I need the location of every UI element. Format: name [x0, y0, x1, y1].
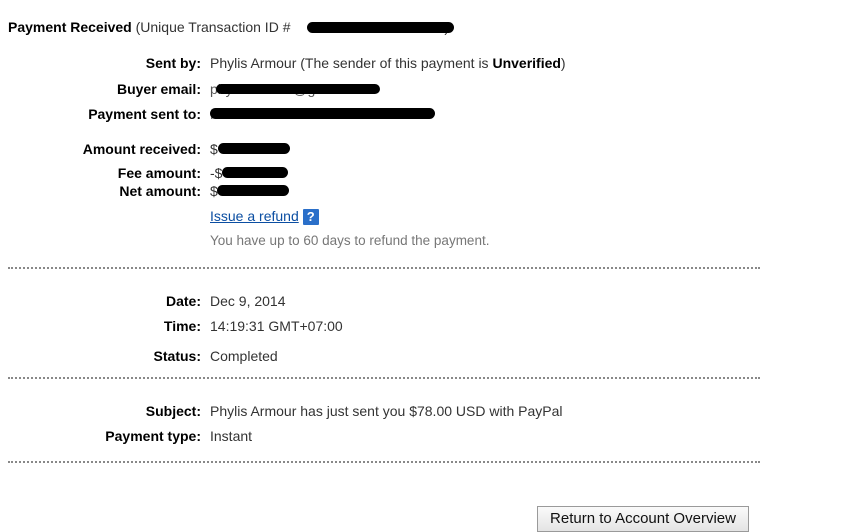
net-redaction [217, 185, 289, 196]
return-to-account-overview-button[interactable]: Return to Account Overview [537, 506, 749, 532]
sender-status: Unverified [492, 55, 561, 71]
amount-redaction [218, 143, 290, 154]
sent-by-label: Sent by: [145, 55, 201, 71]
amount-received-label: Amount received: [82, 141, 201, 157]
buyer-email-redaction [216, 84, 380, 94]
refund-row: Issue a refund? [210, 208, 319, 226]
subject-label: Subject: [145, 403, 201, 419]
transaction-id-redaction [307, 22, 454, 33]
subject-value: Phylis Armour has just sent you $78.00 U… [210, 403, 563, 419]
fee-redaction [222, 167, 288, 178]
transaction-id-label: (Unique Transaction ID # [135, 19, 291, 35]
date-value: Dec 9, 2014 [210, 293, 286, 309]
section-divider-2 [8, 377, 760, 379]
sender-note-suffix: ) [560, 55, 566, 71]
date-label: Date: [165, 293, 201, 309]
time-label: Time: [163, 318, 201, 334]
status-value: Completed [210, 348, 278, 364]
fee-amount-value: -$ [210, 165, 223, 181]
issue-refund-link[interactable]: Issue a refund [210, 208, 299, 224]
refund-note: You have up to 60 days to refund the pay… [210, 233, 490, 248]
amount-received-value: $ [210, 141, 218, 157]
time-value: 14:19:31 GMT+07:00 [210, 318, 343, 334]
section-divider-1 [8, 267, 760, 269]
net-amount-label: Net amount: [119, 183, 201, 199]
sent-by-value: Phylis Armour (The sender of this paymen… [210, 55, 566, 71]
fee-amount-label: Fee amount: [117, 165, 201, 181]
sent-to-label: Payment sent to: [88, 106, 201, 122]
status-label: Status: [153, 348, 201, 364]
section-divider-3 [8, 461, 760, 463]
page-title-bold: Payment Received [8, 19, 132, 35]
payment-type-label: Payment type: [105, 428, 201, 444]
payment-type-value: Instant [210, 428, 253, 444]
buyer-email-label: Buyer email: [116, 81, 201, 97]
sender-note-prefix: (The sender of this payment is [300, 55, 489, 71]
sender-name: Phylis Armour [210, 55, 297, 71]
help-icon[interactable]: ? [302, 209, 319, 226]
sent-to-redaction [210, 108, 435, 119]
